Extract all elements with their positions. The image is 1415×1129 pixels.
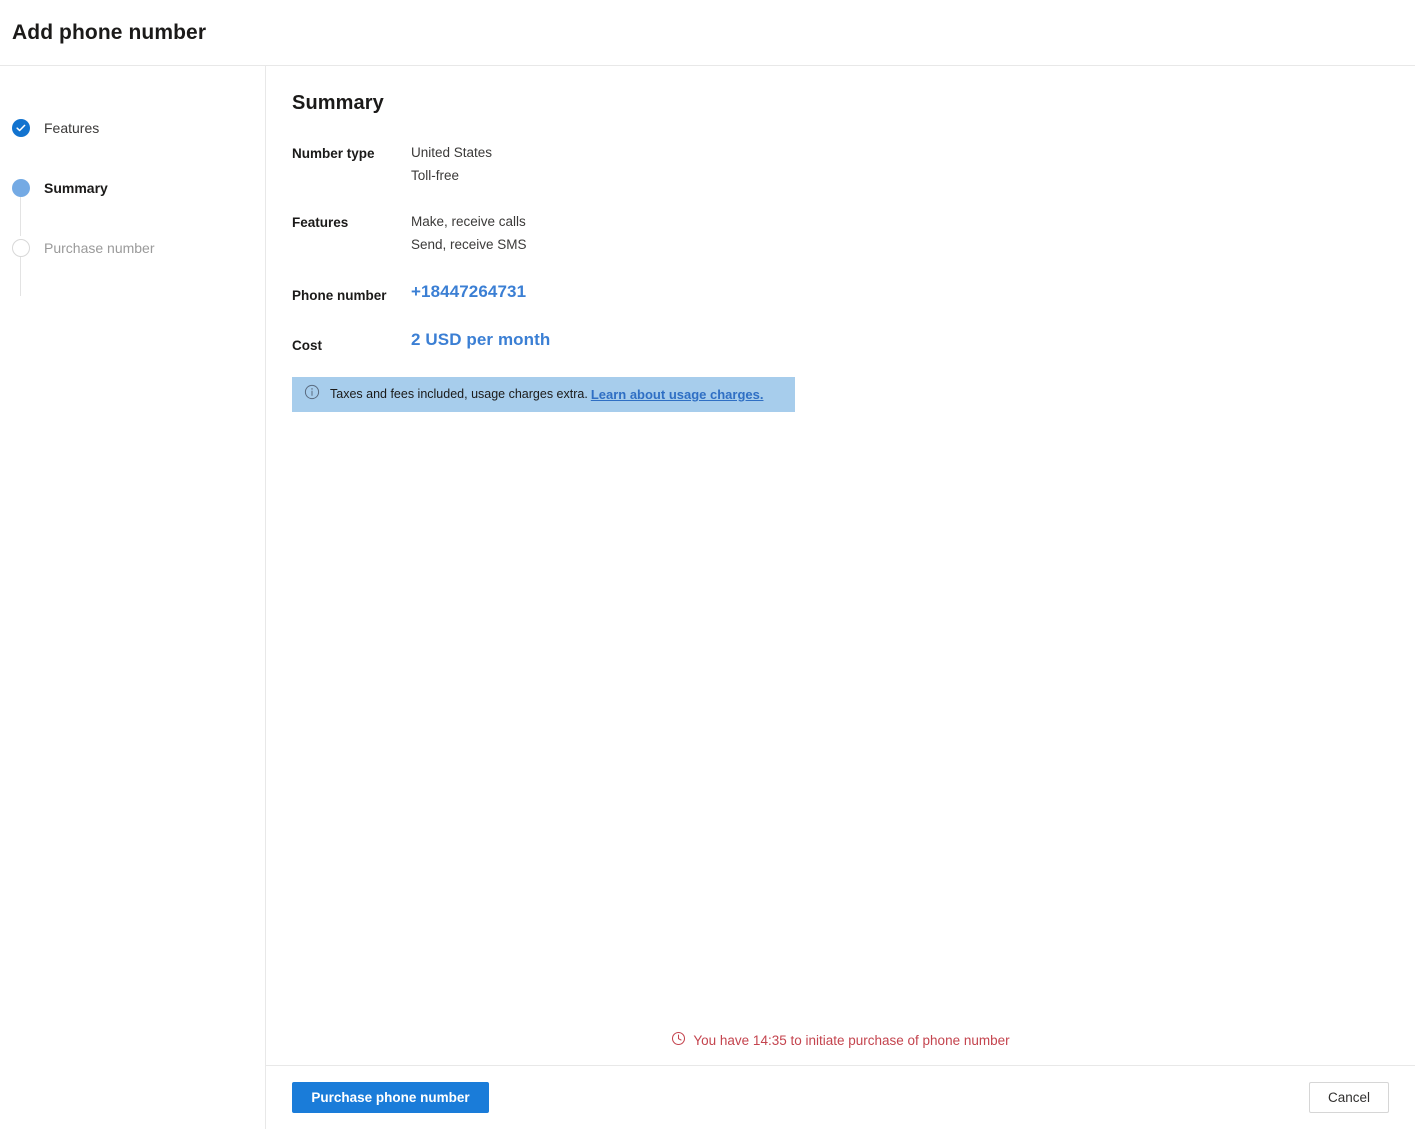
summary-row-cost: Cost 2 USD per month xyxy=(292,329,812,355)
sidebar-item-label: Features xyxy=(44,120,100,136)
row-label: Number type xyxy=(292,146,375,161)
panel-header: Add phone number xyxy=(0,0,1415,66)
empty-circle-icon xyxy=(12,239,30,257)
page-title: Add phone number xyxy=(12,20,207,44)
summary-row-phone-number: Phone number +18447264731 xyxy=(292,281,812,305)
section-title: Summary xyxy=(292,92,384,114)
cost-value: 2 USD per month xyxy=(411,330,551,349)
purchase-timer: You have 14:35 to initiate purchase of p… xyxy=(671,1031,1010,1049)
feature-sms: Send, receive SMS xyxy=(411,237,527,252)
banner-text: Taxes and fees included, usage charges e… xyxy=(330,387,588,401)
row-value: Make, receive calls Send, receive SMS xyxy=(411,212,527,255)
clock-icon xyxy=(671,1031,686,1049)
check-icon xyxy=(12,119,30,137)
summary-row-number-type: Number type United States Toll-free xyxy=(292,143,812,186)
row-label: Cost xyxy=(292,338,322,353)
usage-charges-banner: Taxes and fees included, usage charges e… xyxy=(292,377,795,412)
sidebar-item-label: Summary xyxy=(44,180,108,196)
sidebar-item-purchase-number[interactable]: Purchase number xyxy=(12,218,265,278)
filled-circle-icon xyxy=(12,179,30,197)
row-label: Phone number xyxy=(292,288,387,303)
sidebar-item-features[interactable]: Features xyxy=(12,98,265,158)
feature-calls: Make, receive calls xyxy=(411,214,526,229)
panel-footer: Purchase phone number Cancel xyxy=(266,1065,1415,1129)
add-phone-number-panel: Add phone number Features Summary Purcha… xyxy=(0,0,1415,1129)
purchase-phone-number-button[interactable]: Purchase phone number xyxy=(292,1082,489,1113)
number-type-country: United States xyxy=(411,145,493,160)
learn-about-usage-charges-link[interactable]: Learn about usage charges. xyxy=(591,387,764,402)
purchase-timer-bar: You have 14:35 to initiate purchase of p… xyxy=(266,1031,1415,1065)
sidebar-item-summary[interactable]: Summary xyxy=(12,158,265,218)
summary-row-features: Features Make, receive calls Send, recei… xyxy=(292,212,812,255)
summary-panel: Summary Number type United States Toll-f… xyxy=(266,66,1415,1031)
row-label: Features xyxy=(292,215,349,230)
info-circle-icon xyxy=(304,384,320,405)
phone-number-value: +18447264731 xyxy=(411,282,527,301)
purchase-timer-text: You have 14:35 to initiate purchase of p… xyxy=(693,1032,1010,1048)
number-type-kind: Toll-free xyxy=(411,168,460,183)
content-area: Summary Number type United States Toll-f… xyxy=(266,66,1415,1129)
wizard-sidebar: Features Summary Purchase number xyxy=(0,66,266,1129)
panel-body: Features Summary Purchase number Summary xyxy=(0,66,1415,1129)
summary-rows: Number type United States Toll-free Feat… xyxy=(292,143,812,355)
wizard-steps: Features Summary Purchase number xyxy=(0,98,265,296)
row-value: United States Toll-free xyxy=(411,143,492,186)
cancel-button[interactable]: Cancel xyxy=(1308,1082,1389,1113)
sidebar-item-label: Purchase number xyxy=(44,240,155,256)
